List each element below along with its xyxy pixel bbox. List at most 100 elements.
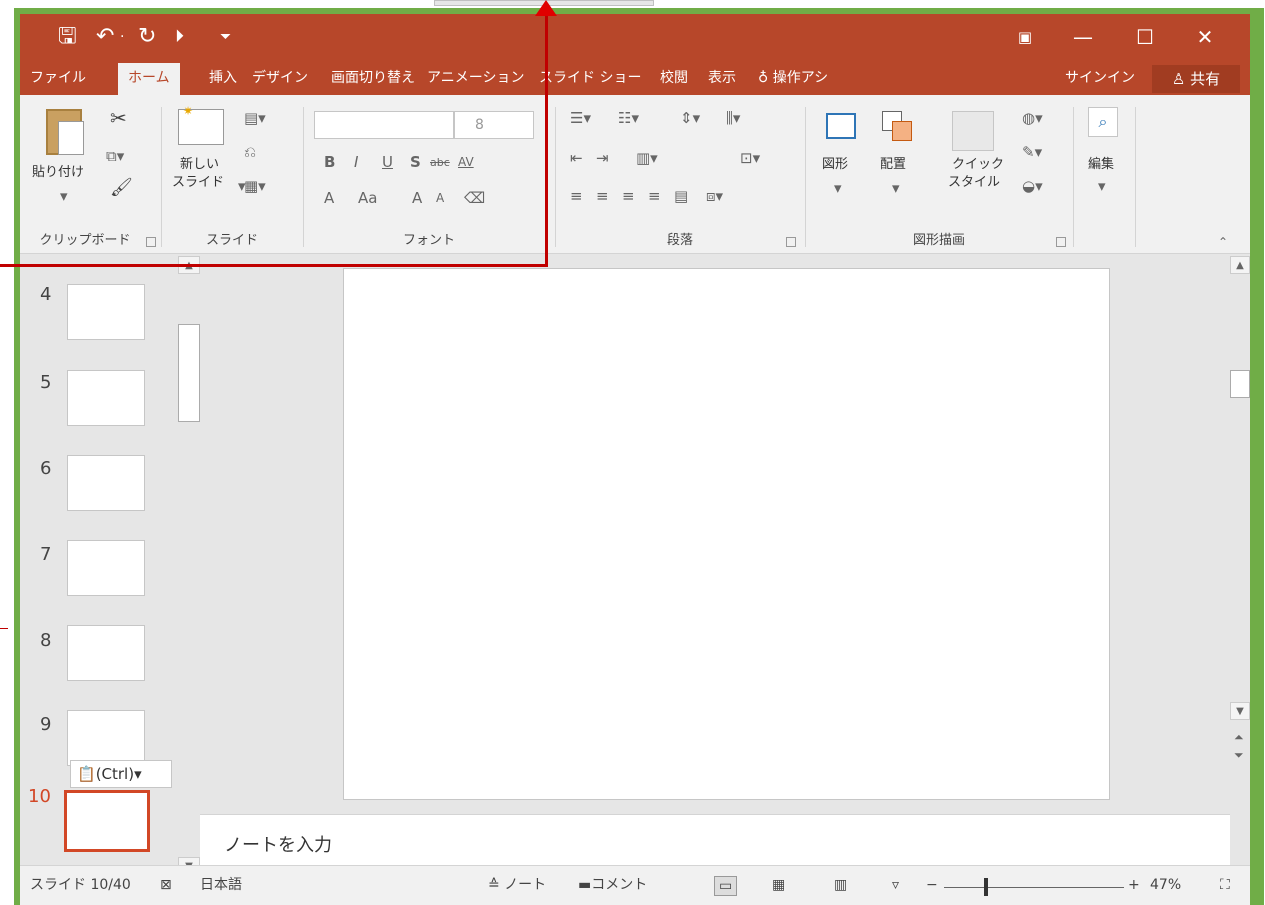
slide-thumbnail[interactable] [67, 370, 145, 426]
grow-font-button[interactable]: A [412, 189, 422, 207]
slide-thumbnail-selected[interactable] [64, 790, 150, 852]
find-icon[interactable]: ⌕ [1088, 107, 1118, 137]
change-case-button[interactable]: Aa [358, 189, 377, 207]
scroll-down-icon[interactable]: ▼ [1230, 702, 1250, 720]
tab-animations[interactable]: アニメーション [427, 61, 524, 95]
editing-dropdown-icon[interactable]: ▾ [1098, 177, 1106, 195]
scrollbar-thumb[interactable] [1230, 370, 1250, 398]
minimize-button[interactable]: — [1063, 24, 1103, 50]
tell-me-box[interactable]: ♁ 操作アシ [758, 61, 828, 95]
slide-thumbnail[interactable] [67, 284, 145, 340]
quick-styles-label-line2[interactable]: スタイル [948, 175, 1000, 191]
collapse-ribbon-icon[interactable]: ⌃ [1218, 233, 1228, 251]
copy-icon[interactable]: ⧉▾ [106, 147, 124, 165]
distributed-icon[interactable]: ▤ [674, 187, 688, 205]
shape-outline-icon[interactable]: ✎▾ [1022, 143, 1042, 161]
reset-icon[interactable]: ⎌ [244, 143, 256, 161]
paste-icon[interactable] [46, 109, 84, 155]
paste-dropdown-icon[interactable]: ▾ [60, 187, 68, 205]
editing-label[interactable]: 編集 [1088, 157, 1114, 173]
comments-toggle-button[interactable]: ▬コメント [578, 876, 647, 894]
zoom-slider-handle[interactable] [984, 878, 988, 896]
arrange-dropdown-icon[interactable]: ▾ [892, 179, 900, 197]
notes-toggle-button[interactable]: ≙ ノート [488, 876, 546, 894]
align-text-icon[interactable]: ⊡▾ [740, 149, 760, 167]
tab-slideshow[interactable]: スライド ショー [539, 61, 641, 95]
bold-button[interactable]: B [324, 153, 335, 171]
scroll-up-icon[interactable]: ▲ [1230, 256, 1250, 274]
clear-formatting-icon[interactable]: ⌫ [464, 189, 485, 207]
tab-home[interactable]: ホーム [118, 63, 180, 95]
clipboard-launcher-icon[interactable] [146, 237, 156, 247]
slide-canvas[interactable] [343, 268, 1110, 800]
underline-button[interactable]: U [382, 153, 393, 171]
shrink-font-button[interactable]: A [436, 189, 444, 207]
font-color-button[interactable]: A [324, 189, 334, 207]
slide-thumbnail[interactable] [67, 540, 145, 596]
slide-thumbnail[interactable] [67, 455, 145, 511]
character-spacing-button[interactable]: AV [458, 153, 474, 171]
reading-view-icon[interactable]: ▥ [834, 876, 847, 894]
paste-label[interactable]: 貼り付け [32, 165, 84, 181]
shapes-label[interactable]: 図形 [822, 157, 848, 173]
zoom-out-button[interactable]: − [926, 876, 938, 894]
italic-button[interactable]: I [354, 153, 358, 171]
save-icon[interactable]: 🖫 [58, 24, 77, 50]
undo-icon[interactable]: ↶ [96, 24, 114, 50]
text-direction-icon[interactable]: ⫼▾ [726, 109, 740, 127]
present-from-start-icon[interactable]: ⏵ [175, 24, 184, 50]
align-right-icon[interactable]: ≡ [622, 187, 635, 205]
bullets-icon[interactable]: ☰▾ [570, 109, 591, 127]
columns-icon[interactable]: ▥▾ [636, 149, 658, 167]
tab-design[interactable]: デザイン [252, 61, 308, 95]
undo-dropdown[interactable]: · [120, 24, 124, 50]
quick-styles-label-line1[interactable]: クイック [952, 157, 1004, 173]
paste-options-button[interactable]: 📋(Ctrl)▾ [70, 760, 172, 788]
next-slide-icon[interactable]: ⏷ [1234, 746, 1244, 764]
cut-icon[interactable]: ✂ [110, 108, 127, 128]
normal-view-icon[interactable]: ▭ [714, 876, 738, 896]
ribbon-display-options-icon[interactable]: ▣ [1005, 24, 1045, 50]
fit-to-window-icon[interactable]: ⛶ [1220, 876, 1230, 894]
shape-fill-icon[interactable]: ◍▾ [1022, 109, 1043, 127]
maximize-button[interactable]: ☐ [1125, 24, 1165, 50]
increase-indent-icon[interactable]: ⇥ [596, 149, 609, 167]
zoom-slider-track[interactable] [944, 887, 1124, 888]
previous-slide-icon[interactable]: ⏶ [1234, 728, 1244, 746]
format-painter-icon[interactable]: 🖌 [110, 179, 133, 197]
new-slide-label-line2[interactable]: スライド [172, 175, 224, 191]
thumbnail-scrollbar[interactable]: ▲ ▼ [178, 254, 200, 879]
slide-sorter-view-icon[interactable]: ▦ [772, 876, 785, 894]
language-indicator[interactable]: 日本語 [200, 876, 242, 894]
shape-effects-icon[interactable]: ◒▾ [1022, 177, 1043, 195]
shapes-icon[interactable] [826, 113, 856, 139]
tab-transitions[interactable]: 画面切り替え [331, 61, 415, 95]
layout-icon[interactable]: ▤▾ [244, 109, 266, 127]
justify-icon[interactable]: ≡ [648, 187, 661, 205]
close-button[interactable]: ✕ [1185, 24, 1225, 50]
new-slide-icon[interactable]: ✷ [178, 104, 224, 145]
align-center-icon[interactable]: ≡ [596, 187, 609, 205]
quick-styles-icon[interactable] [952, 111, 994, 151]
line-spacing-icon[interactable]: ⇕▾ [680, 109, 700, 127]
smartart-icon[interactable]: ⧈▾ [706, 187, 723, 205]
numbering-icon[interactable]: ☷▾ [618, 109, 639, 127]
decrease-indent-icon[interactable]: ⇤ [570, 149, 583, 167]
section-icon[interactable]: ▦▾ [244, 177, 266, 195]
arrange-label[interactable]: 配置 [880, 157, 906, 173]
share-button[interactable]: ♙ 共有 [1152, 65, 1240, 93]
tab-view[interactable]: 表示 [708, 61, 736, 95]
slide-thumbnail[interactable] [67, 625, 145, 681]
tab-review[interactable]: 校閲 [660, 61, 688, 95]
customize-qat-icon[interactable]: ⏷ [220, 24, 231, 50]
editor-scrollbar[interactable]: ▲ ▼ ⏶ ⏷ [1230, 254, 1250, 879]
signin-link[interactable]: サインイン [1065, 61, 1135, 95]
redo-icon[interactable]: ↻ [138, 24, 156, 50]
tab-insert[interactable]: 挿入 [209, 61, 237, 95]
align-left-icon[interactable]: ≡ [570, 187, 583, 205]
scrollbar-thumb[interactable] [178, 324, 200, 422]
new-slide-label-line1[interactable]: 新しい [180, 157, 219, 173]
slide-thumbnail[interactable] [67, 710, 145, 766]
slideshow-view-icon[interactable]: ▿ [892, 876, 899, 894]
shapes-dropdown-icon[interactable]: ▾ [834, 179, 842, 197]
